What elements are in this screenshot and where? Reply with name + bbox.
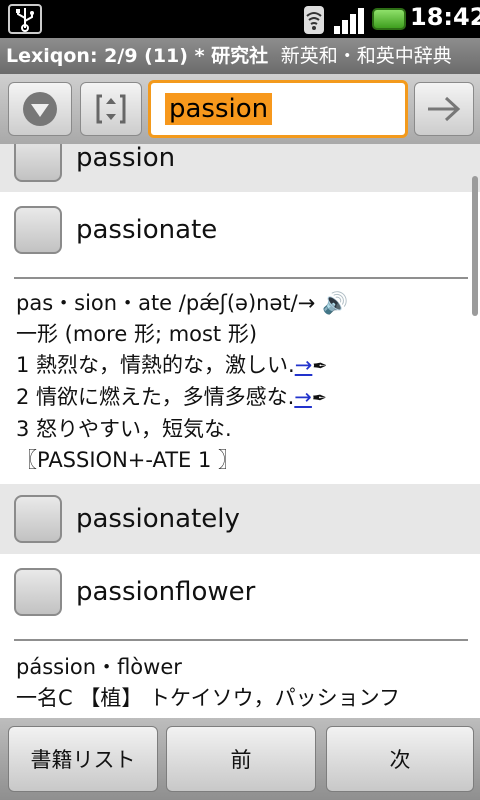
list-item-word: passion [76,144,176,173]
checkbox[interactable] [14,206,62,254]
usb-icon [8,4,42,34]
headword: pas・sion・ate /pǽʃ(ə)nət/→ [16,291,316,315]
pen-icon[interactable]: ✒ [312,356,327,377]
search-query[interactable]: passion [165,93,273,125]
dropdown-circle-icon [23,92,57,126]
divider [14,277,468,279]
wifi-icon [302,6,326,38]
expand-button[interactable] [80,82,142,136]
list-item-passion[interactable]: passion [0,144,480,192]
expand-icon [96,94,126,124]
search-toolbar: passion [0,74,480,144]
etymology: 〖PASSION+-ATE 1 〗 [16,448,240,472]
result-list[interactable]: passion passionate pas・sion・ate /pǽʃ(ə)n… [0,144,480,718]
book-list-button[interactable]: 書籍リスト [8,726,158,792]
sense: 一名C 【植】 トケイソウ，パッションフ [16,686,400,710]
sense-2-link[interactable]: → [294,385,312,409]
arrow-right-icon [428,96,461,122]
checkbox[interactable] [14,144,62,182]
status-bar: 18:42 [0,0,480,38]
headword: pássion・flòwer [16,655,182,679]
checkbox[interactable] [14,568,62,616]
next-button[interactable]: 次 [326,726,474,792]
divider [14,639,468,641]
definition-passionate: pas・sion・ate /pǽʃ(ə)nət/→ 🔊 一形 (more 形; … [16,288,476,476]
pos-line: 一形 (more 形; most 形) [16,322,258,346]
pen-icon[interactable]: ✒ [312,388,327,409]
definition-passionflower: pássion・flòwer 一名C 【植】 トケイソウ，パッションフ [16,652,476,714]
app-title: Lexiqon: 2/9 (11) * 研究社 [6,45,269,67]
title-bar: Lexiqon: 2/9 (11) * 研究社 新英和・和英中辞典 [0,38,480,74]
scrollbar[interactable] [472,176,478,316]
battery-icon [372,8,406,30]
go-button[interactable] [414,82,474,136]
sense-1: 1 熱烈な，情熱的な，激しい. [16,353,295,377]
bottom-bar: 書籍リスト 前 次 [0,718,480,800]
search-input[interactable]: passion [148,80,408,138]
list-item-passionately[interactable]: passionately [0,484,480,554]
list-item-word: passionflower [76,577,256,607]
signal-icon [334,6,368,38]
sense-3: 3 怒りやすい，短気な. [16,417,232,441]
prev-button[interactable]: 前 [166,726,316,792]
list-item-passionate[interactable]: passionate [0,194,480,266]
checkbox[interactable] [14,495,62,543]
list-item-word: passionate [76,215,218,245]
list-item-word: passionately [76,504,240,534]
clock: 18:42 [410,3,480,31]
dropdown-button[interactable] [8,82,72,136]
speaker-icon[interactable]: 🔊 [322,291,348,315]
list-item-passionflower[interactable]: passionflower [0,556,480,628]
sense-2: 2 情欲に燃えた，多情多感な. [16,385,295,409]
sense-1-link[interactable]: → [295,353,313,377]
dictionary-name: 新英和・和英中辞典 [280,45,452,67]
